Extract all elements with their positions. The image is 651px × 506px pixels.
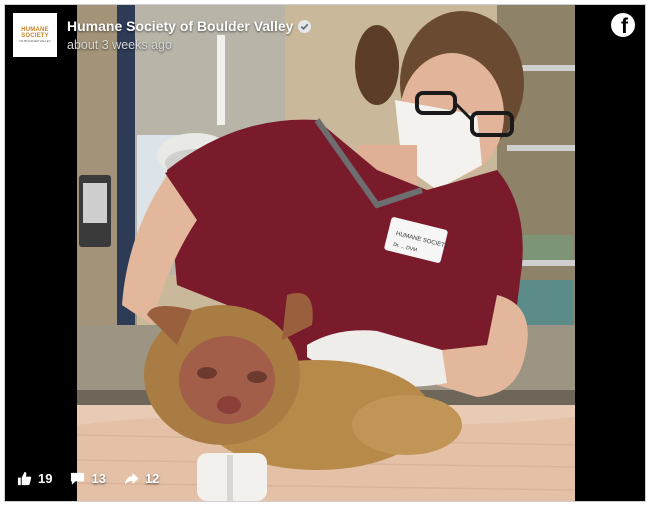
share-arrow-icon (124, 471, 139, 486)
likes-button[interactable]: 19 (17, 471, 52, 486)
post-header: HUMANE SOCIETY OF BOULDER VALLEY Humane … (13, 13, 312, 57)
facebook-icon[interactable]: f (611, 13, 635, 37)
likes-count: 19 (38, 471, 53, 486)
page-name-row: Humane Society of Boulder Valley (67, 18, 312, 34)
page-logo[interactable]: HUMANE SOCIETY OF BOULDER VALLEY (13, 13, 57, 57)
post-photo[interactable]: HUMANE SOCIETY Dr. ... DVM (77, 5, 575, 501)
shares-button[interactable]: 12 (124, 471, 159, 486)
vet-with-kitten-image: HUMANE SOCIETY Dr. ... DVM (77, 5, 575, 501)
post-embed: HUMANE SOCIETY Dr. ... DVM HUMANE SOCIET… (4, 4, 646, 502)
post-meta: Humane Society of Boulder Valley about 3… (67, 18, 312, 52)
thumbs-up-icon (17, 471, 32, 486)
engagement-bar: 19 13 12 (17, 471, 177, 486)
page-name-link[interactable]: Humane Society of Boulder Valley (67, 18, 293, 34)
comments-button[interactable]: 13 (70, 471, 106, 486)
comment-icon (70, 471, 85, 486)
logo-line-3: OF BOULDER VALLEY (19, 39, 51, 43)
shares-count: 12 (144, 471, 160, 486)
comments-count: 13 (91, 471, 106, 486)
post-timestamp[interactable]: about 3 weeks ago (67, 38, 311, 52)
check-badge-icon (298, 19, 312, 33)
